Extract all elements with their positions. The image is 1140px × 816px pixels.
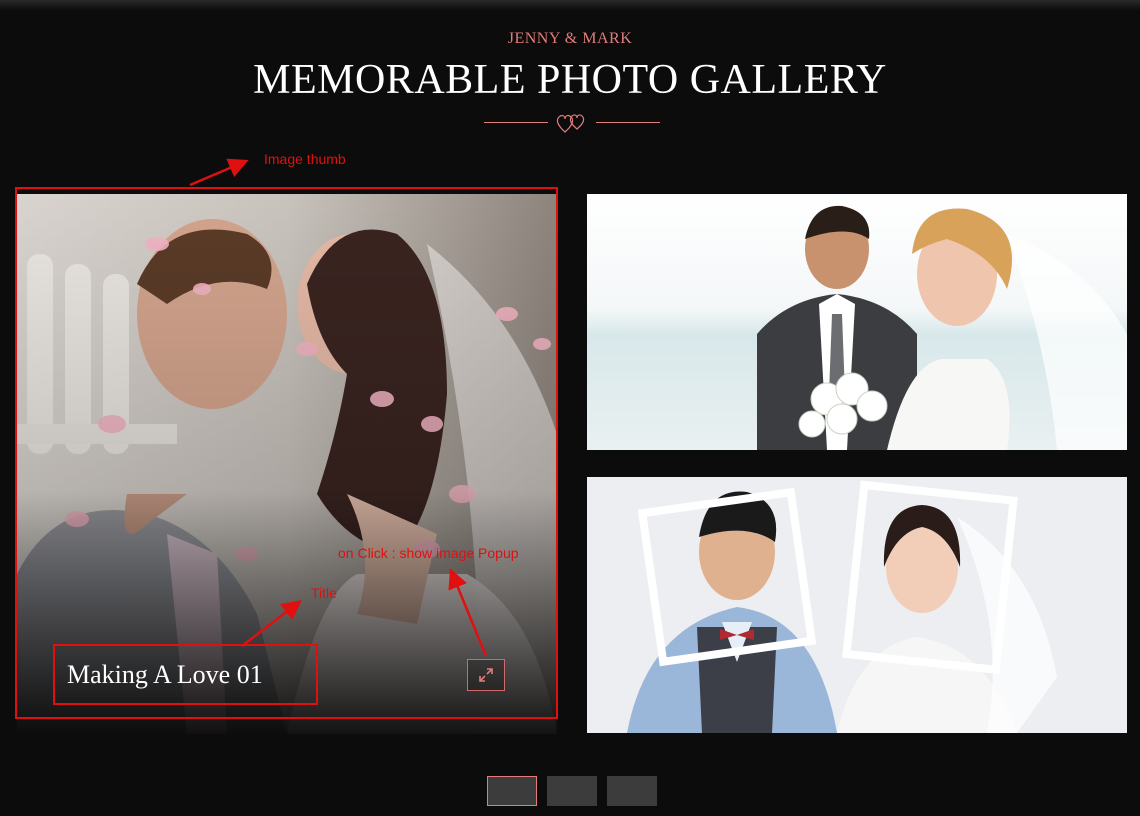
annotation-image-thumb: Image thumb	[264, 151, 346, 167]
thumb-highlight-box	[15, 187, 558, 719]
pager-dot-2[interactable]	[547, 776, 597, 806]
page-title: MEMORABLE PHOTO GALLERY	[253, 57, 887, 103]
top-shade	[0, 0, 1140, 10]
annotation-on-click: on Click : show image Popup	[338, 545, 519, 561]
couple-beach-photo	[587, 194, 1127, 450]
couple-names: JENNY & MARK	[507, 30, 633, 47]
hearts-divider	[484, 110, 660, 136]
couple-frames-photo	[587, 477, 1127, 733]
divider-line-left	[484, 122, 548, 123]
annotation-title: Title	[311, 585, 337, 601]
gallery-thumb-2[interactable]	[587, 194, 1127, 450]
pager-dot-1[interactable]	[487, 776, 537, 806]
title-highlight-box	[53, 644, 318, 705]
divider-line-right	[596, 122, 660, 123]
pager-dot-3[interactable]	[607, 776, 657, 806]
gallery-thumb-3[interactable]	[587, 477, 1127, 733]
hearts-icon	[556, 114, 585, 133]
